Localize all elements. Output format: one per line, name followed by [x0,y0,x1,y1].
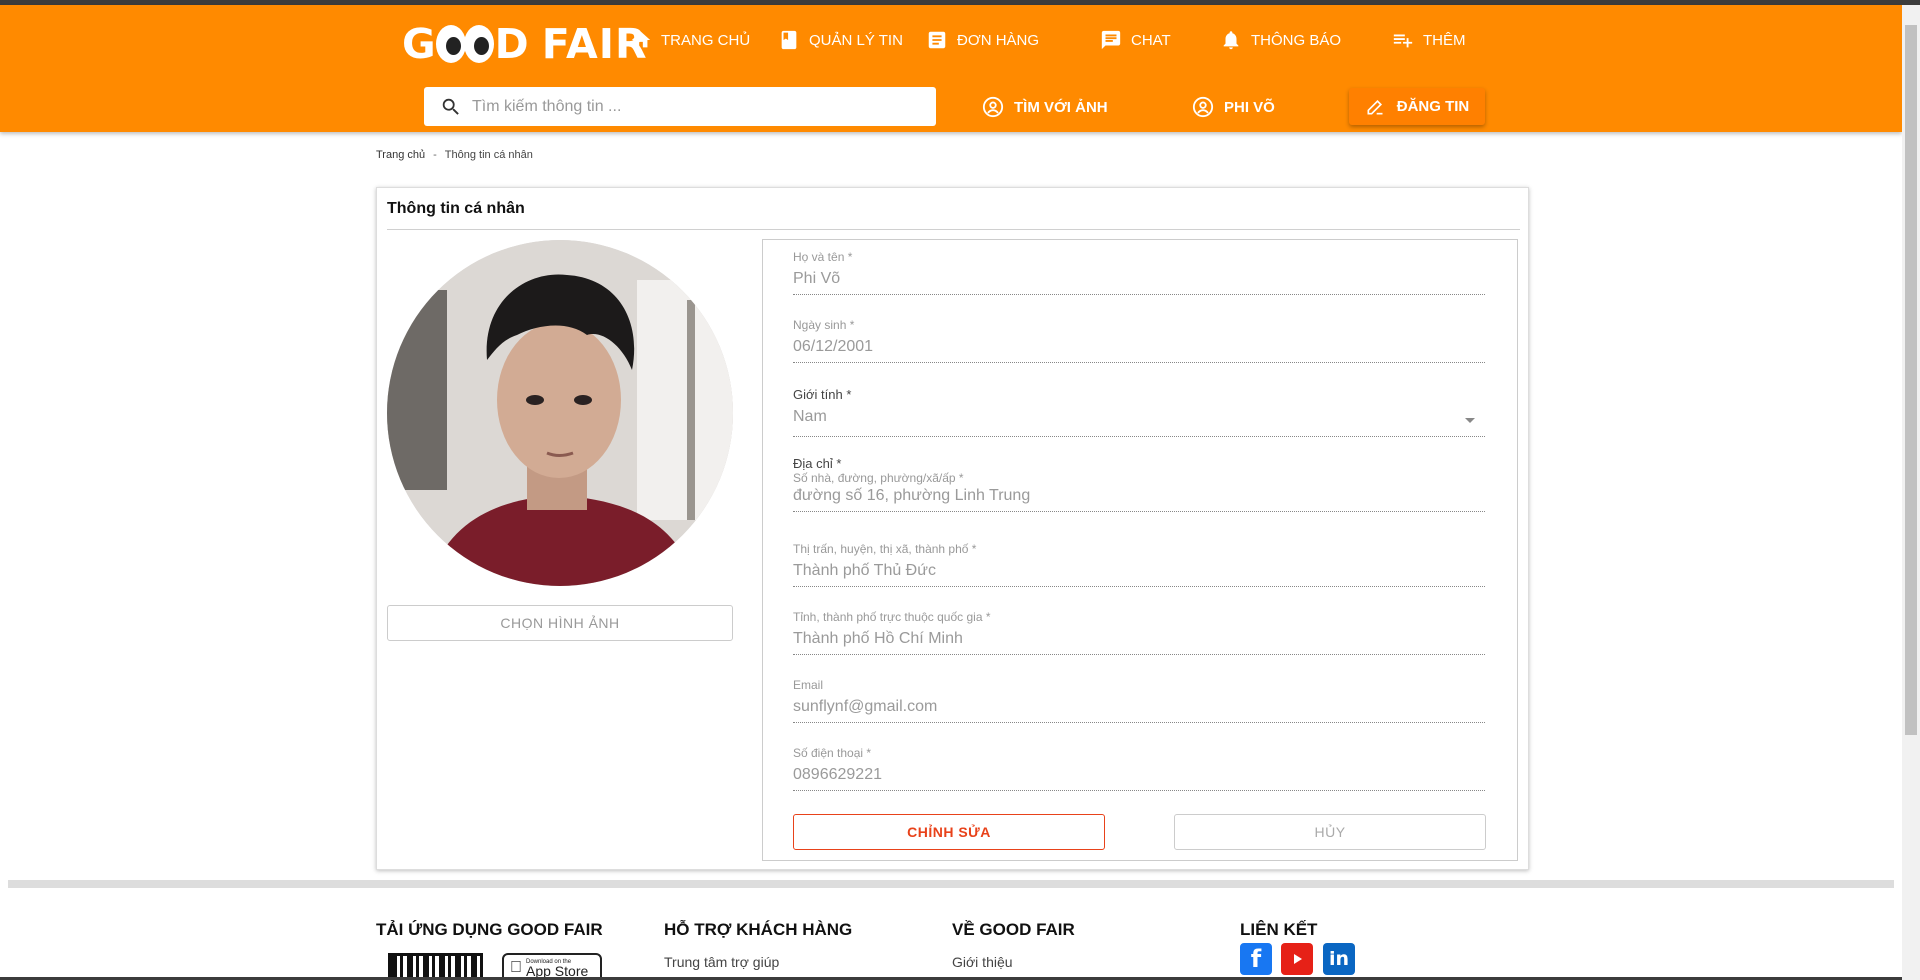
email-field: Email [793,678,1485,723]
user-circle-icon [1192,96,1214,118]
gender-selected-value: Nam [793,408,827,425]
top-header: G D FAIR TRANG CHỦ QUẢN LÝ TIN ĐƠN HÀNG … [0,5,1902,132]
breadcrumb: Trang chủ - Thông tin cá nhân [376,149,533,161]
phone-label: Số điện thoại * [793,746,872,760]
search-by-image-button[interactable]: TÌM VỚI ẢNH [982,92,1108,122]
breadcrumb-current: Thông tin cá nhân [444,149,533,161]
logo-letter: G [402,20,437,68]
street-label: Số nhà, đường, phường/xã/ấp * [793,471,964,485]
search-input[interactable] [472,97,912,116]
user-account-button[interactable]: PHI VÕ [1192,92,1275,122]
nav-manage-posts[interactable]: QUẢN LÝ TIN [778,29,903,51]
dob-input[interactable] [793,332,1485,363]
search-by-image-label: TÌM VỚI ẢNH [1014,98,1108,116]
eye-icon [463,25,494,63]
address-label: Địa chỉ * [793,456,842,471]
title-divider [387,229,1520,230]
search-icon [442,98,459,115]
nav-more-label: THÊM [1423,31,1466,49]
playlist-add-icon [1393,34,1413,48]
footer-divider [8,880,1894,888]
edit-button[interactable]: CHỈNH SỬA [793,814,1105,850]
choose-image-button[interactable]: CHỌN HÌNH ẢNH [387,605,733,641]
eye-icon [435,25,466,63]
gender-label: Giới tính * [793,387,852,402]
nav-chat-label: CHAT [1131,31,1171,49]
province-field: Tỉnh, thành phố trực thuộc quốc gia * [793,610,1485,655]
logo-letter: D [494,20,530,68]
app-store-badge[interactable]:  Download on the App Store [502,953,602,980]
facebook-icon[interactable]: f [1240,943,1272,975]
pencil-icon [1367,99,1383,114]
nav-orders[interactable]: ĐƠN HÀNG [926,29,1039,51]
page-title: Thông tin cá nhân [387,200,525,217]
footer-app-column: TẢI ỨNG DỤNG GOOD FAIR [376,920,603,940]
avatar [387,240,733,586]
user-circle-icon [982,96,1004,118]
district-label: Thị trấn, huyện, thị xã, thành phố * [793,542,977,556]
gender-field: Giới tính * Nam [793,387,1485,437]
chat-icon [1101,30,1121,50]
book-icon [781,30,797,50]
breadcrumb-home[interactable]: Trang chủ [376,149,425,161]
nav-home-label: TRANG CHỦ [661,31,751,49]
footer-app-title: TẢI ỨNG DỤNG GOOD FAIR [376,920,603,939]
nav-notifications-label: THÔNG BÁO [1251,31,1342,49]
qr-code [388,953,483,980]
district-input[interactable] [793,556,1485,587]
dob-label: Ngày sinh * [793,318,855,332]
email-input[interactable] [793,692,1485,723]
footer-about-title: VỀ GOOD FAIR [952,920,1075,939]
breadcrumb-separator: - [433,149,437,161]
footer-links-title: LIÊN KẾT [1240,920,1318,939]
appstore-big-text: App Store [514,962,588,979]
play-icon [1294,954,1302,964]
logo-eyes [435,25,494,63]
district-field: Thị trấn, huyện, thị xã, thành phố * [793,542,1485,587]
nav-manage-posts-label: QUẢN LÝ TIN [809,31,903,49]
list-icon [928,31,946,49]
apple-icon:  [510,959,522,977]
about-link[interactable]: Giới thiệu [952,954,1075,970]
nav-notifications[interactable]: THÔNG BÁO [1220,29,1341,51]
user-name-label: PHI VÕ [1224,98,1275,116]
nav-chat[interactable]: CHAT [1100,29,1171,51]
cancel-button[interactable]: HỦY [1174,814,1486,850]
home-icon [631,31,651,48]
email-label: Email [793,678,824,692]
post-listing-label: ĐĂNG TIN [1396,98,1470,115]
footer-support-column: HỖ TRỢ KHÁCH HÀNG Trung tâm trợ giúp [664,920,852,970]
fullname-field: Họ và tên * [793,250,1485,295]
phone-field: Số điện thoại * [793,746,1485,791]
fullname-input[interactable] [793,264,1485,295]
profile-form: Họ và tên * Ngày sinh * Giới tính * Nam … [762,239,1518,861]
nav-orders-label: ĐƠN HÀNG [957,31,1040,49]
scrollbar-thumb[interactable] [1905,25,1917,735]
footer-support-title: HỖ TRỢ KHÁCH HÀNG [664,920,853,939]
avatar-photo [387,240,733,586]
help-center-link[interactable]: Trung tâm trợ giúp [664,954,852,970]
profile-card: Thông tin cá nhân CHỌN HÌNH ẢNH Họ và tê… [376,187,1529,870]
chevron-down-icon [1465,418,1475,423]
province-input[interactable] [793,624,1485,655]
search-box [424,87,936,126]
street-field: Địa chỉ * Số nhà, đường, phường/xã/ấp * [793,456,1485,512]
fullname-label: Họ và tên * [793,250,853,264]
phone-input[interactable] [793,760,1485,791]
gender-select[interactable]: Nam [793,402,1485,437]
youtube-icon[interactable] [1281,943,1313,975]
province-label: Tỉnh, thành phố trực thuộc quốc gia * [793,610,991,624]
linkedin-icon[interactable]: in [1323,943,1355,975]
bell-icon [1223,31,1239,50]
post-listing-button[interactable]: ĐĂNG TIN [1349,88,1485,125]
nav-home[interactable]: TRANG CHỦ [630,29,750,51]
dob-field: Ngày sinh * [793,318,1485,363]
footer-about-column: VỀ GOOD FAIR Giới thiệu [952,920,1075,970]
nav-more[interactable]: THÊM [1392,29,1466,51]
footer-links-column: LIÊN KẾT [1240,920,1317,940]
street-input[interactable] [793,485,1485,512]
scrollbar[interactable] [1902,5,1920,980]
good-fair-logo[interactable]: G D FAIR [402,19,648,69]
